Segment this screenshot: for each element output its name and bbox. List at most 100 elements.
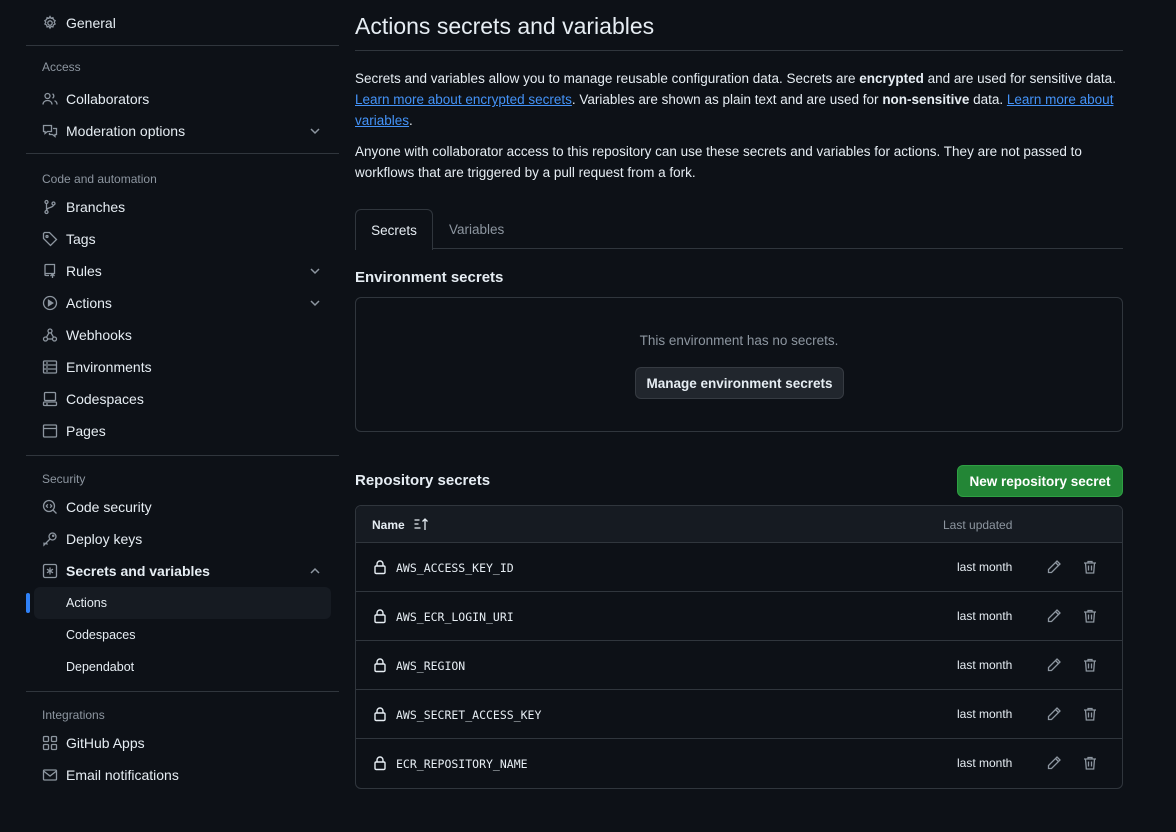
secret-last-updated: last month <box>957 609 1013 623</box>
chevron-down-icon <box>310 128 320 135</box>
sidebar-item-email-notifications[interactable]: Email notifications <box>26 759 339 791</box>
sidebar-item-deploy-keys[interactable]: Deploy keys <box>26 523 339 555</box>
server-icon <box>42 359 58 375</box>
codescan-icon <box>42 499 58 515</box>
sidebar-item-branches[interactable]: Branches <box>26 191 339 223</box>
trash-icon[interactable] <box>1082 657 1098 673</box>
codespaces-icon <box>42 391 58 407</box>
sidebar-item-label: Environments <box>66 359 152 375</box>
trash-icon[interactable] <box>1082 755 1098 771</box>
repository-secrets-header: Repository secrets New repository secret <box>355 465 1123 497</box>
sidebar-item-label: Moderation options <box>66 123 186 139</box>
manage-environment-secrets-button[interactable]: Manage environment secrets <box>635 367 844 399</box>
intro-text: . Variables are shown as plain text and … <box>571 92 883 107</box>
environment-secrets-heading: Environment secrets <box>355 269 504 286</box>
sidebar-item-label: Code security <box>66 499 152 515</box>
sidebar-item-pages[interactable]: Pages <box>26 415 339 447</box>
intro-text: . <box>409 113 413 128</box>
lock-icon <box>374 756 386 771</box>
play-icon <box>42 295 58 311</box>
tab-secrets[interactable]: Secrets <box>355 209 433 250</box>
section-heading-security: Security <box>42 472 86 486</box>
intro-text: data. <box>969 92 1007 107</box>
secret-name: ECR_REPOSITORY_NAME <box>396 757 528 771</box>
pencil-icon[interactable] <box>1046 608 1062 624</box>
table-header: Name Last updated <box>356 506 1122 543</box>
trash-icon[interactable] <box>1082 559 1098 575</box>
learn-more-secrets-link[interactable]: Learn more about encrypted secrets <box>355 92 572 107</box>
trash-icon[interactable] <box>1082 608 1098 624</box>
intro-bold-non-sensitive: non-sensitive <box>882 92 970 107</box>
pencil-icon[interactable] <box>1046 657 1062 673</box>
intro-text: Secrets and variables allow you to manag… <box>355 71 860 86</box>
chevron-down-icon <box>310 300 320 307</box>
sidebar-item-label: Branches <box>66 199 126 215</box>
table-row: AWS_ECR_LOGIN_URI last month <box>356 592 1122 641</box>
secret-last-updated: last month <box>957 756 1013 770</box>
divider <box>26 153 339 154</box>
sidebar-subitem-dependabot[interactable]: Dependabot <box>26 651 339 683</box>
chevron-up-icon <box>310 567 320 574</box>
sidebar-subitem-codespaces[interactable]: Codespaces <box>26 619 339 651</box>
intro-paragraph: Secrets and variables allow you to manag… <box>355 68 1123 131</box>
lock-icon <box>374 658 386 673</box>
sidebar-item-label: Secrets and variables <box>66 563 210 579</box>
secret-name: AWS_REGION <box>396 659 466 673</box>
chevron-down-icon <box>310 268 320 275</box>
sidebar-item-label: Collaborators <box>66 91 150 107</box>
collaborator-note: Anyone with collaborator access to this … <box>355 144 1082 180</box>
sidebar-item-github-apps[interactable]: GitHub Apps <box>26 727 339 759</box>
secret-name: AWS_SECRET_ACCESS_KEY <box>396 708 542 722</box>
table-row: AWS_ACCESS_KEY_ID last month <box>356 543 1122 592</box>
sidebar-subitem-actions[interactable]: Actions <box>26 587 331 619</box>
column-header-name[interactable]: Name <box>372 518 405 532</box>
sidebar-item-secrets-and-variables[interactable]: Secrets and variables <box>26 555 339 587</box>
sidebar-item-label: Rules <box>66 263 102 279</box>
sort-ascending-icon[interactable] <box>413 516 429 532</box>
sidebar-item-label: Tags <box>66 231 96 247</box>
key-asterisk-icon <box>42 563 58 579</box>
sidebar-item-general[interactable]: General <box>26 7 339 39</box>
pencil-icon[interactable] <box>1046 559 1062 575</box>
tag-icon <box>42 231 58 247</box>
empty-state-text: This environment has no secrets. <box>639 333 839 348</box>
comment-discussion-icon <box>42 123 58 139</box>
pencil-icon[interactable] <box>1046 755 1062 771</box>
settings-sidebar: General Access Collaborators Moderation … <box>26 0 339 791</box>
webhook-icon <box>42 327 58 343</box>
secret-name: AWS_ECR_LOGIN_URI <box>396 610 514 624</box>
git-branch-icon <box>42 199 58 215</box>
sidebar-item-environments[interactable]: Environments <box>26 351 339 383</box>
repository-secrets-heading: Repository secrets <box>355 472 491 489</box>
new-repository-secret-button[interactable]: New repository secret <box>957 465 1123 497</box>
section-heading-integrations: Integrations <box>42 708 105 722</box>
key-icon <box>42 531 58 547</box>
tab-bar: Secrets Variables <box>355 209 1123 250</box>
browser-icon <box>42 423 58 439</box>
mail-icon <box>42 767 58 783</box>
sidebar-item-webhooks[interactable]: Webhooks <box>26 319 339 351</box>
column-header-last-updated: Last updated <box>943 518 1013 532</box>
apps-icon <box>42 735 58 751</box>
tab-variables[interactable]: Variables <box>449 209 504 249</box>
trash-icon[interactable] <box>1082 706 1098 722</box>
sidebar-item-label: General <box>66 15 116 31</box>
secrets-table: Name Last updated AWS_ACCESS_KEY_ID last … <box>355 505 1123 789</box>
sidebar-item-codespaces[interactable]: Codespaces <box>26 383 339 415</box>
page-title: Actions secrets and variables <box>355 0 1123 51</box>
sidebar-item-rules[interactable]: Rules <box>26 255 339 287</box>
table-row: AWS_SECRET_ACCESS_KEY last month <box>356 690 1122 739</box>
sidebar-item-moderation-options[interactable]: Moderation options <box>26 115 339 147</box>
sidebar-item-label: Webhooks <box>66 327 132 343</box>
sidebar-item-collaborators[interactable]: Collaborators <box>26 83 339 115</box>
sidebar-item-code-security[interactable]: Code security <box>26 491 339 523</box>
secret-name: AWS_ACCESS_KEY_ID <box>396 561 514 575</box>
divider <box>26 45 339 46</box>
secret-last-updated: last month <box>957 707 1013 721</box>
pencil-icon[interactable] <box>1046 706 1062 722</box>
divider <box>26 455 339 456</box>
environment-secrets-box: This environment has no secrets. Manage … <box>355 297 1123 432</box>
sidebar-item-actions[interactable]: Actions <box>26 287 339 319</box>
sidebar-item-tags[interactable]: Tags <box>26 223 339 255</box>
sidebar-item-label: Email notifications <box>66 767 179 783</box>
